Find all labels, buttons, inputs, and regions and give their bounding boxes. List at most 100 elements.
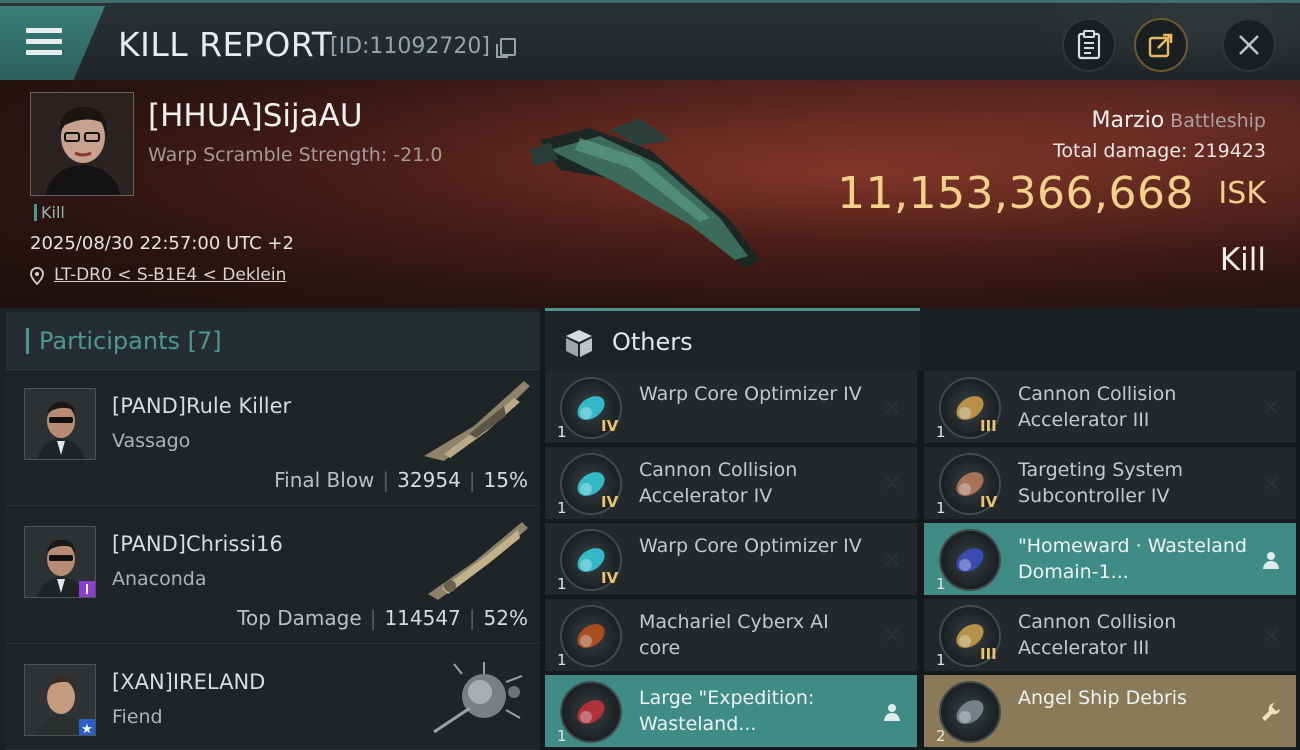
wrench-icon[interactable] xyxy=(1260,701,1282,723)
close-icon[interactable]: ✕ xyxy=(881,624,903,649)
participant-ship-image xyxy=(424,381,530,461)
participant-avatar xyxy=(24,388,96,460)
total-damage-label: Total damage: xyxy=(1053,140,1188,162)
item-quantity: 1 xyxy=(557,575,567,593)
total-damage-value: 219423 xyxy=(1193,140,1266,162)
kill-result: Kill xyxy=(1219,242,1266,278)
participant-row[interactable]: ★ [XAN]IRELAND Fiend xyxy=(6,646,540,750)
svg-text:★: ★ xyxy=(81,722,93,736)
participant-row[interactable]: [PAND]Chrissi16 Anaconda Top Damage | 1145… xyxy=(6,508,540,644)
participant-stat-label: Top Damage xyxy=(237,606,362,630)
participant-stats: Final Blow | 32954 | 15% xyxy=(274,468,528,492)
item-row[interactable]: 1 Large "Expedition: Wasteland... xyxy=(545,675,917,749)
item-row[interactable]: 1 IV Cannon Collision Accelerator IV ✕ xyxy=(545,447,917,521)
clipboard-button[interactable] xyxy=(1062,18,1116,72)
item-row[interactable]: 2 Angel Ship Debris xyxy=(924,675,1296,749)
location-text[interactable]: LT-DR0 < S-B1E4 < Deklein xyxy=(54,265,286,285)
item-row[interactable]: 1 "Homeward · Wasteland Domain-1... xyxy=(924,523,1296,597)
item-icon xyxy=(560,605,622,667)
item-meta-level: III xyxy=(980,645,997,663)
participant-avatar xyxy=(24,526,96,598)
item-row[interactable]: 1 IV Warp Core Optimizer IV ✕ xyxy=(545,523,917,597)
person-icon[interactable] xyxy=(881,701,903,723)
share-button[interactable] xyxy=(1134,18,1188,72)
page-title: KILL REPORT xyxy=(118,25,333,64)
item-name: Targeting System Subcontroller IV xyxy=(1018,459,1184,507)
participant-ship: Anaconda xyxy=(112,568,207,590)
participant-damage: 32954 xyxy=(397,468,461,492)
participant-name[interactable]: [XAN]IRELAND xyxy=(112,670,265,694)
participant-stat-label: Final Blow xyxy=(274,468,375,492)
participants-header[interactable]: Participants [7] xyxy=(6,312,540,370)
others-tab[interactable] xyxy=(545,308,920,371)
item-quantity: 1 xyxy=(557,423,567,441)
item-quantity: 1 xyxy=(936,575,946,593)
close-icon xyxy=(1239,35,1259,55)
close-icon[interactable]: ✕ xyxy=(1260,624,1282,649)
participant-damage: 114547 xyxy=(384,606,461,630)
close-icon[interactable]: ✕ xyxy=(1260,396,1282,421)
others-title: Others xyxy=(612,328,693,356)
item-icon xyxy=(560,681,622,743)
person-icon[interactable] xyxy=(1260,549,1282,571)
participant-percent: 52% xyxy=(483,606,528,630)
item-name: Cannon Collision Accelerator III xyxy=(1018,383,1177,431)
close-icon[interactable]: ✕ xyxy=(881,472,903,497)
item-meta-level: IV xyxy=(601,417,619,435)
menu-button[interactable] xyxy=(0,6,105,80)
victim-name[interactable]: [HHUA]SijaAU xyxy=(148,98,363,134)
item-quantity: 2 xyxy=(936,727,946,745)
participant-stats: Top Damage | 114547 | 52% xyxy=(237,606,528,630)
item-row[interactable]: 1 III Cannon Collision Accelerator III ✕ xyxy=(924,599,1296,673)
victim-avatar[interactable] xyxy=(30,92,134,196)
item-name: Warp Core Optimizer IV xyxy=(639,535,862,557)
item-name: "Homeward · Wasteland Domain-1... xyxy=(1018,535,1247,583)
top-bar: KILL REPORT [ID:11092720] xyxy=(0,0,1300,83)
total-damage: Total damage: 219423 xyxy=(1053,140,1266,162)
victim-subtitle: Warp Scramble Strength: -21.0 xyxy=(148,144,443,166)
item-name: Warp Core Optimizer IV xyxy=(639,383,862,405)
item-row[interactable]: 1 IV Targeting System Subcontroller IV ✕ xyxy=(924,447,1296,521)
victim-ship-name[interactable]: Marzio xyxy=(1092,108,1165,133)
participant-percent: 15% xyxy=(483,468,528,492)
participants-title: Participants [7] xyxy=(26,328,222,354)
participant-name[interactable]: [PAND]Chrissi16 xyxy=(112,532,283,556)
clipboard-icon xyxy=(1077,30,1101,60)
participant-row[interactable]: [PAND]Rule Killer Vassago Final Blow | 329… xyxy=(6,370,540,506)
victim-ship: Marzio Battleship xyxy=(1092,108,1266,133)
external-link-icon xyxy=(1148,33,1173,58)
item-meta-level: IV xyxy=(601,493,619,511)
item-quantity: 1 xyxy=(936,423,946,441)
item-row[interactable]: 1 III Cannon Collision Accelerator III ✕ xyxy=(924,371,1296,445)
participant-ship: Fiend xyxy=(112,706,163,728)
copy-icon[interactable] xyxy=(496,38,516,58)
item-meta-level: IV xyxy=(980,493,998,511)
item-quantity: 1 xyxy=(557,499,567,517)
location-link[interactable]: LT-DR0 < S-B1E4 < Deklein xyxy=(30,265,286,285)
item-quantity: 1 xyxy=(936,499,946,517)
kill-datetime: 2025/08/30 22:57:00 UTC +2 xyxy=(30,233,294,254)
item-name: Large "Expedition: Wasteland... xyxy=(639,687,815,735)
participant-ship: Vassago xyxy=(112,430,191,452)
item-name: Angel Ship Debris xyxy=(1018,687,1187,709)
others-tab-filler xyxy=(920,308,1300,371)
close-icon[interactable]: ✕ xyxy=(1260,472,1282,497)
item-name: Cannon Collision Accelerator IV xyxy=(639,459,798,507)
isk-unit: ISK xyxy=(1218,176,1266,211)
kill-tag: Kill xyxy=(34,204,65,221)
participants-panel: Participants [7] [PAND]Rule Killer Vassa… xyxy=(0,308,540,750)
item-meta-level: III xyxy=(980,417,997,435)
item-icon xyxy=(939,681,1001,743)
isk-value: 11,153,366,668 xyxy=(837,168,1194,219)
item-row[interactable]: 1 Machariel Cyberx AI core ✕ xyxy=(545,599,917,673)
close-button[interactable] xyxy=(1222,18,1276,72)
participant-name[interactable]: [PAND]Rule Killer xyxy=(112,394,291,418)
item-icon xyxy=(939,529,1001,591)
item-row[interactable]: 1 IV Warp Core Optimizer IV ✕ xyxy=(545,371,917,445)
participant-ship-image xyxy=(428,522,528,600)
close-icon[interactable]: ✕ xyxy=(881,396,903,421)
cube-icon xyxy=(566,330,592,357)
close-icon[interactable]: ✕ xyxy=(881,548,903,573)
item-meta-level: IV xyxy=(601,569,619,587)
item-name: Cannon Collision Accelerator III xyxy=(1018,611,1177,659)
